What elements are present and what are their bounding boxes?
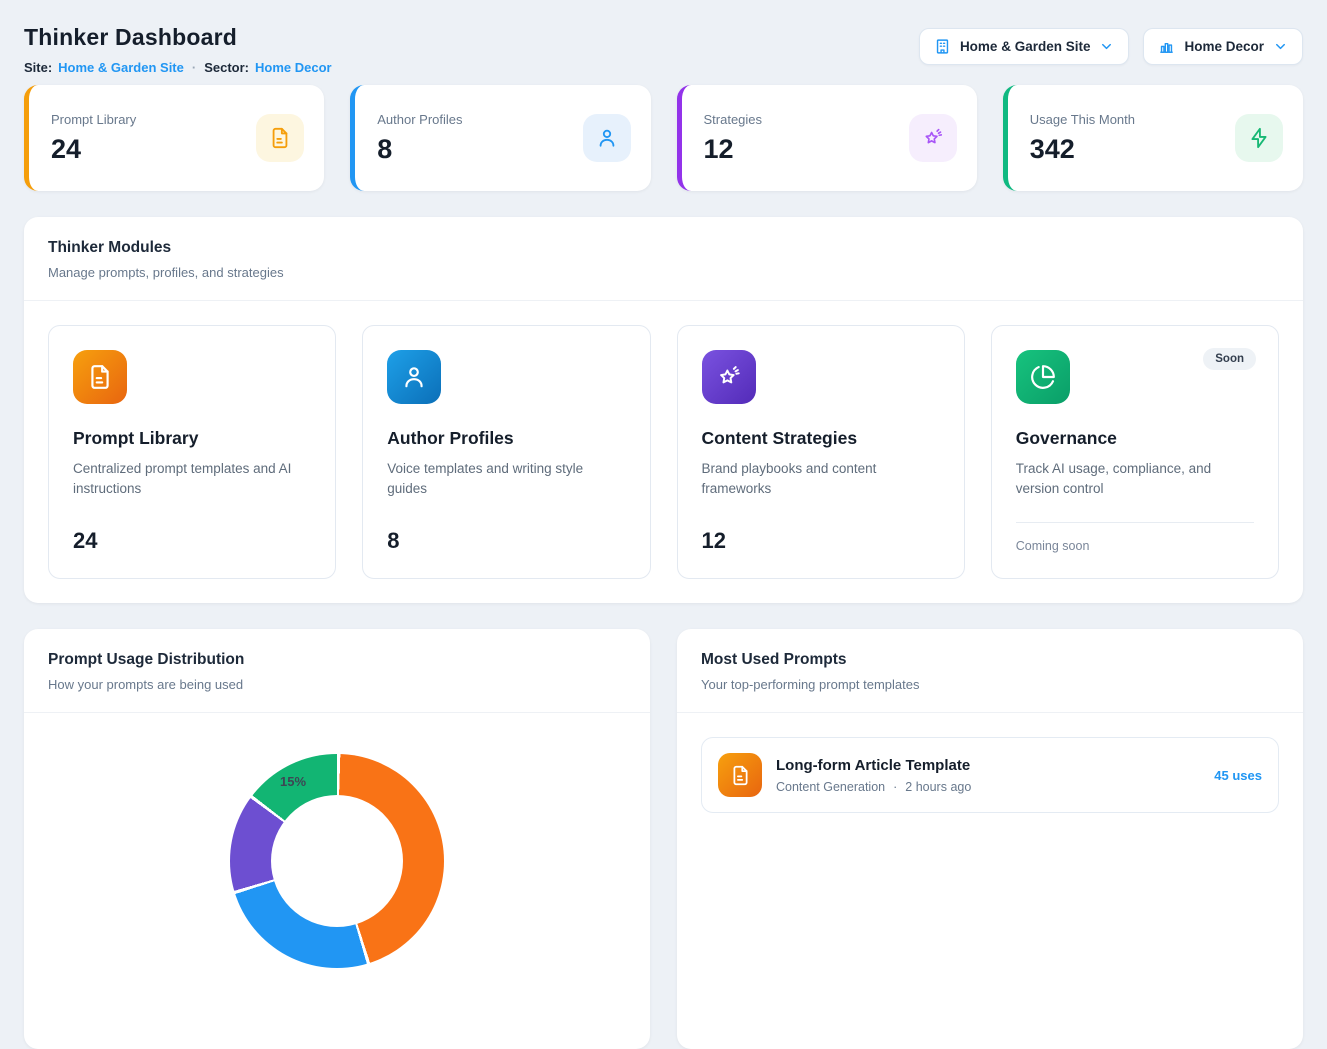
- usage-card-title: Prompt Usage Distribution: [48, 651, 626, 669]
- most-used-prompts-card: Most Used Prompts Your top-performing pr…: [677, 629, 1303, 1049]
- stat-label: Strategies: [704, 112, 763, 127]
- module-title: Author Profiles: [387, 428, 625, 449]
- stat-text: Prompt Library 24: [51, 112, 136, 165]
- module-title: Prompt Library: [73, 428, 311, 449]
- stat-label: Prompt Library: [51, 112, 136, 127]
- module-description: Voice templates and writing style guides: [387, 459, 625, 500]
- sector-link[interactable]: Home Decor: [255, 60, 332, 75]
- modules-subtitle: Manage prompts, profiles, and strategies: [48, 265, 1279, 280]
- module-card-prompt-library[interactable]: Prompt Library Centralized prompt templa…: [48, 325, 336, 579]
- page-title: Thinker Dashboard: [24, 24, 332, 51]
- coming-soon-text: Coming soon: [1016, 539, 1254, 553]
- modules-title: Thinker Modules: [48, 239, 1279, 257]
- chevron-down-icon: [1099, 39, 1114, 54]
- user-icon: [387, 350, 441, 404]
- page-header: Thinker Dashboard Site: Home & Garden Si…: [24, 24, 1303, 75]
- module-title: Governance: [1016, 428, 1254, 449]
- user-icon: [583, 114, 631, 162]
- donut-chart: 15%: [230, 754, 444, 968]
- prompt-list-item[interactable]: Long-form Article Template Content Gener…: [701, 737, 1279, 813]
- prompt-item-meta: Content Generation · 2 hours ago: [776, 780, 1200, 794]
- stat-text: Usage This Month 342: [1030, 112, 1135, 165]
- module-count: 24: [73, 528, 311, 554]
- stat-card-prompt-library: Prompt Library 24: [24, 85, 324, 191]
- stat-label: Usage This Month: [1030, 112, 1135, 127]
- site-label: Site:: [24, 60, 52, 75]
- bar-chart-icon: [1158, 38, 1175, 55]
- prompts-card-subtitle: Your top-performing prompt templates: [701, 677, 1279, 692]
- module-count: 12: [702, 528, 940, 554]
- site-dropdown-label: Home & Garden Site: [960, 39, 1091, 54]
- sector-label: Sector:: [204, 60, 249, 75]
- module-description: Brand playbooks and content frameworks: [702, 459, 940, 500]
- site-link[interactable]: Home & Garden Site: [58, 60, 184, 75]
- donut-segment-label: 15%: [280, 774, 306, 789]
- module-title: Content Strategies: [702, 428, 940, 449]
- shooting-star-icon: [702, 350, 756, 404]
- sector-dropdown-label: Home Decor: [1184, 39, 1264, 54]
- chevron-down-icon: [1273, 39, 1288, 54]
- bottom-row: Prompt Usage Distribution How your promp…: [24, 629, 1303, 1049]
- dashboard-page: Thinker Dashboard Site: Home & Garden Si…: [0, 0, 1327, 826]
- site-dropdown-button[interactable]: Home & Garden Site: [919, 28, 1130, 65]
- usage-distribution-card: Prompt Usage Distribution How your promp…: [24, 629, 650, 1049]
- stat-text: Strategies 12: [704, 112, 763, 165]
- prompt-item-title: Long-form Article Template: [776, 757, 1200, 774]
- pie-chart-icon: [1016, 350, 1070, 404]
- stat-card-author-profiles: Author Profiles 8: [350, 85, 650, 191]
- breadcrumb-separator: ·: [192, 60, 196, 75]
- modules-header: Thinker Modules Manage prompts, profiles…: [24, 217, 1303, 301]
- stat-value: 8: [377, 134, 462, 165]
- prompt-list: Long-form Article Template Content Gener…: [677, 713, 1303, 837]
- module-description: Track AI usage, compliance, and version …: [1016, 459, 1254, 500]
- document-icon: [718, 753, 762, 797]
- shooting-star-icon: [909, 114, 957, 162]
- document-icon: [256, 114, 304, 162]
- stat-card-strategies: Strategies 12: [677, 85, 977, 191]
- prompt-item-separator: ·: [893, 780, 897, 794]
- prompt-item-time: 2 hours ago: [905, 780, 971, 794]
- header-left: Thinker Dashboard Site: Home & Garden Si…: [24, 24, 332, 75]
- stats-row: Prompt Library 24 Author Profiles 8: [24, 85, 1303, 191]
- document-icon: [73, 350, 127, 404]
- prompts-card-title: Most Used Prompts: [701, 651, 1279, 669]
- module-description: Centralized prompt templates and AI inst…: [73, 459, 311, 500]
- stat-value: 24: [51, 134, 136, 165]
- building-icon: [934, 38, 951, 55]
- stat-text: Author Profiles 8: [377, 112, 462, 165]
- soon-badge: Soon: [1203, 348, 1256, 370]
- thinker-modules-section: Thinker Modules Manage prompts, profiles…: [24, 217, 1303, 603]
- prompt-item-uses: 45 uses: [1214, 768, 1262, 783]
- breadcrumb: Site: Home & Garden Site · Sector: Home …: [24, 60, 332, 75]
- module-card-governance[interactable]: Soon Governance Track AI usage, complian…: [991, 325, 1279, 579]
- usage-card-header: Prompt Usage Distribution How your promp…: [24, 629, 650, 713]
- stat-card-usage: Usage This Month 342: [1003, 85, 1303, 191]
- module-divider: [1016, 522, 1254, 523]
- prompt-item-category: Content Generation: [776, 780, 885, 794]
- module-card-author-profiles[interactable]: Author Profiles Voice templates and writ…: [362, 325, 650, 579]
- prompt-item-body: Long-form Article Template Content Gener…: [776, 757, 1200, 794]
- module-count: 8: [387, 528, 625, 554]
- stat-value: 12: [704, 134, 763, 165]
- stat-label: Author Profiles: [377, 112, 462, 127]
- lightning-icon: [1235, 114, 1283, 162]
- module-card-content-strategies[interactable]: Content Strategies Brand playbooks and c…: [677, 325, 965, 579]
- stat-value: 342: [1030, 134, 1135, 165]
- header-actions: Home & Garden Site Home Decor: [919, 28, 1303, 65]
- usage-card-subtitle: How your prompts are being used: [48, 677, 626, 692]
- modules-grid: Prompt Library Centralized prompt templa…: [24, 301, 1303, 603]
- donut-ring: [230, 754, 444, 968]
- prompts-card-header: Most Used Prompts Your top-performing pr…: [677, 629, 1303, 713]
- sector-dropdown-button[interactable]: Home Decor: [1143, 28, 1303, 65]
